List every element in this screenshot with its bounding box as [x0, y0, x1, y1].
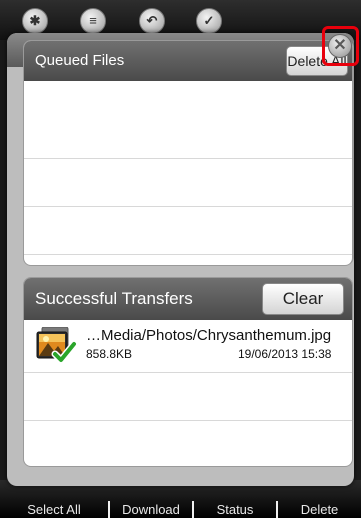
successful-transfers-header: Successful Transfers Clear — [24, 278, 352, 320]
table-row[interactable]: …Media/Photos/Chrysanthemum.jpg 858.8KB … — [24, 320, 352, 372]
photo-file-check-icon — [36, 326, 78, 364]
list-item — [24, 372, 352, 420]
list-item — [24, 420, 352, 466]
file-date: 19/06/2013 15:38 — [238, 347, 332, 361]
list-item — [24, 158, 352, 206]
queued-files-title: Queued Files — [35, 52, 125, 69]
queued-files-panel: Queued Files Delete All — [23, 40, 353, 266]
close-button-highlight — [322, 26, 359, 66]
file-size: 858.8KB — [86, 347, 133, 361]
file-name: …Media/Photos/Chrysanthemum.jpg — [86, 327, 332, 344]
undo-icon[interactable]: ↶ — [139, 8, 165, 34]
list-item — [24, 254, 352, 265]
successful-transfers-title: Successful Transfers — [35, 289, 193, 308]
list-icon[interactable]: ≡ — [80, 8, 106, 34]
check-icon[interactable]: ✓ — [196, 8, 222, 34]
list-item — [24, 206, 352, 254]
gear-icon[interactable]: ✱ — [22, 8, 48, 34]
queued-files-header: Queued Files Delete All — [24, 41, 352, 81]
clear-button[interactable]: Clear — [262, 283, 344, 315]
successful-transfers-panel: Successful Transfers Clear …Media/Photos… — [23, 277, 353, 467]
